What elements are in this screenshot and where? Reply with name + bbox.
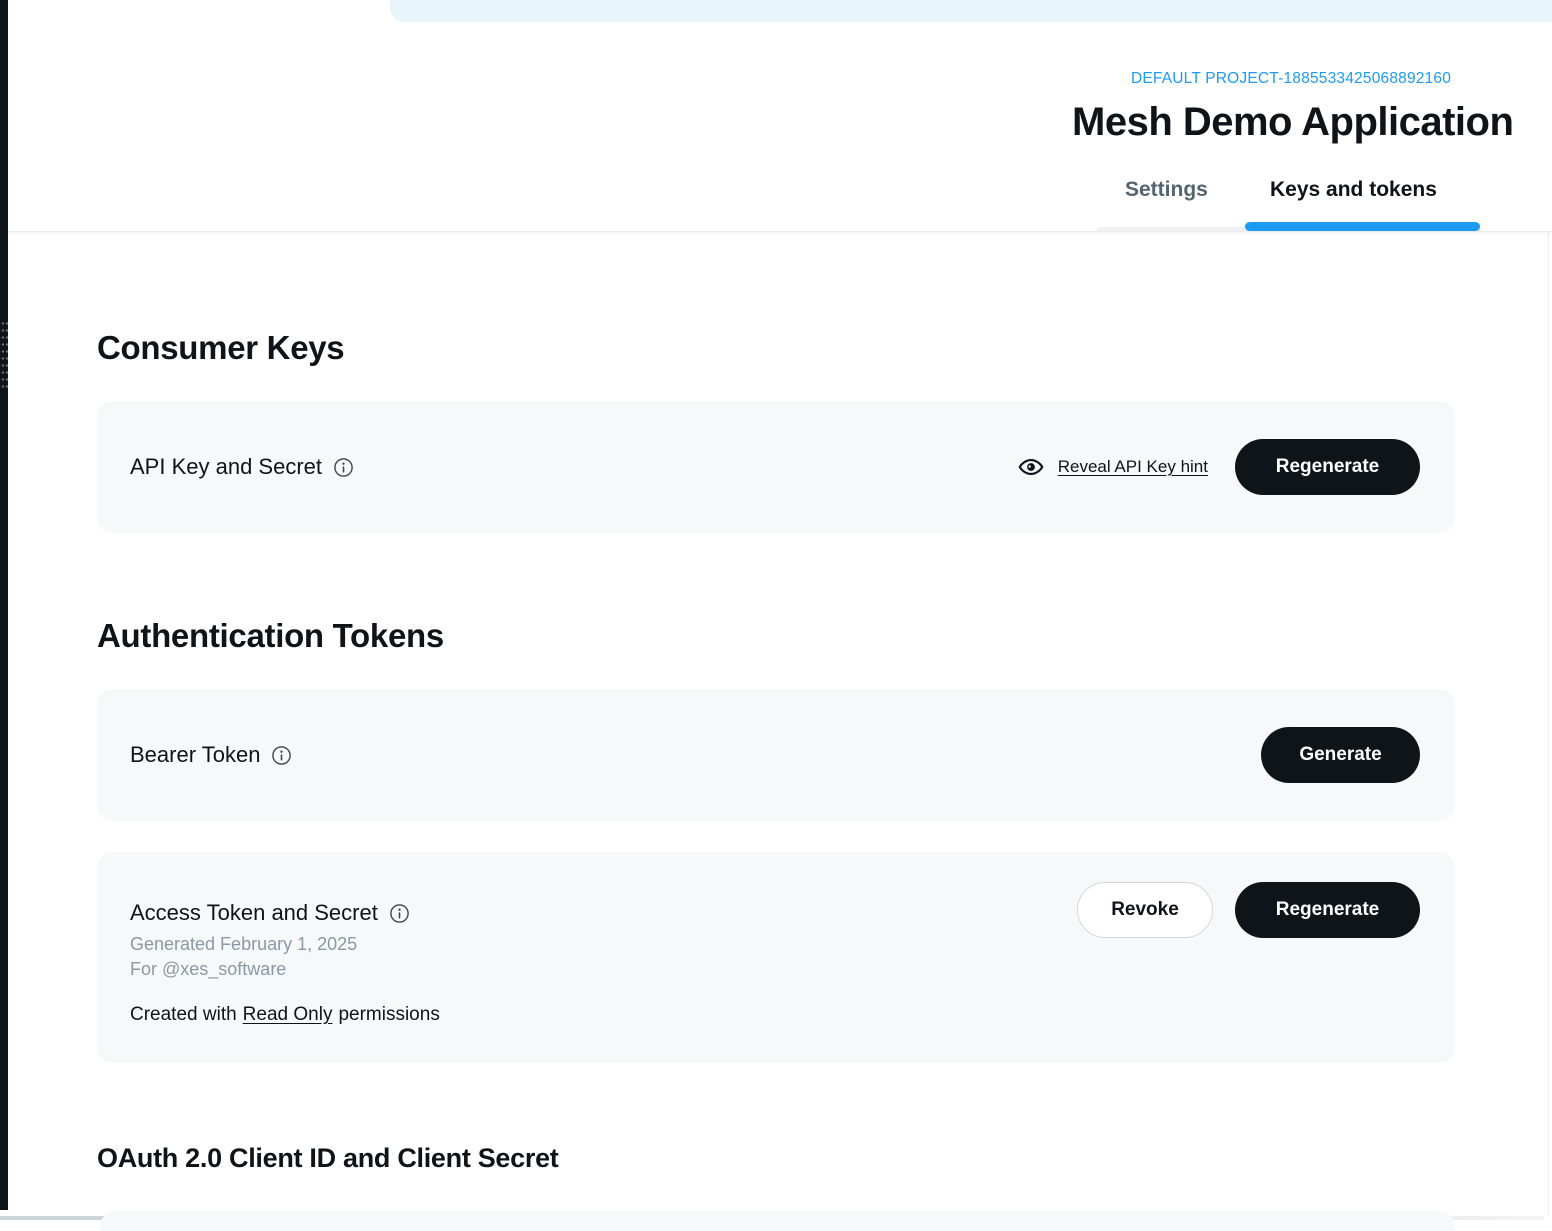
api-key-label: API Key and Secret — [130, 454, 322, 480]
eye-icon[interactable] — [1018, 454, 1044, 480]
project-breadcrumb-link[interactable]: DEFAULT PROJECT-1885533425068892160 — [1131, 70, 1451, 88]
permissions-suffix: permissions — [338, 1004, 439, 1026]
read-only-permissions-link[interactable]: Read Only — [243, 1004, 333, 1026]
notification-banner-edge — [390, 0, 1552, 22]
bearer-token-card: Bearer Token Generate — [97, 689, 1455, 821]
consumer-keys-heading: Consumer Keys — [97, 329, 344, 367]
oauth-heading: OAuth 2.0 Client ID and Client Secret — [97, 1143, 558, 1174]
panel-right-divider — [1548, 231, 1549, 1216]
generate-bearer-token-button[interactable]: Generate — [1261, 727, 1420, 783]
keys-and-tokens-page: DEFAULT PROJECT-1885533425068892160 Mesh… — [0, 0, 1552, 1220]
tab-keys-and-tokens[interactable]: Keys and tokens — [1270, 178, 1437, 202]
regenerate-access-token-button[interactable]: Regenerate — [1235, 882, 1420, 938]
app-title: Mesh Demo Application — [1072, 100, 1513, 145]
access-token-label: Access Token and Secret — [130, 900, 378, 926]
info-icon[interactable] — [389, 903, 410, 924]
access-token-card: Access Token and Secret Generated Februa… — [97, 852, 1455, 1063]
drag-handle-dots-icon[interactable] — [0, 318, 8, 388]
reveal-api-key-hint-link[interactable]: Reveal API Key hint — [1058, 457, 1208, 477]
permissions-line: Created with Read Only permissions — [130, 1004, 440, 1026]
regenerate-api-key-button[interactable]: Regenerate — [1235, 439, 1420, 495]
tab-settings[interactable]: Settings — [1125, 178, 1208, 202]
token-generated-date: Generated February 1, 2025 — [130, 934, 357, 955]
oauth-card-top-edge — [100, 1211, 1455, 1231]
info-icon[interactable] — [333, 457, 354, 478]
access-token-actions: Revoke Regenerate — [1077, 882, 1420, 938]
active-tab-indicator — [1245, 222, 1480, 231]
bearer-token-label: Bearer Token — [130, 742, 260, 768]
revoke-access-token-button[interactable]: Revoke — [1077, 882, 1213, 938]
token-generated-for: For @xes_software — [130, 959, 286, 980]
header-shadow — [8, 232, 1552, 237]
api-key-label-group: API Key and Secret — [130, 454, 354, 480]
info-icon[interactable] — [271, 745, 292, 766]
left-edge-bar — [0, 0, 8, 1210]
access-token-label-group: Access Token and Secret — [130, 900, 410, 926]
authentication-tokens-heading: Authentication Tokens — [97, 617, 444, 655]
permissions-prefix: Created with — [130, 1004, 237, 1026]
api-key-card: API Key and Secret Reveal API Key hint R… — [97, 401, 1455, 533]
bearer-token-label-group: Bearer Token — [130, 742, 292, 768]
